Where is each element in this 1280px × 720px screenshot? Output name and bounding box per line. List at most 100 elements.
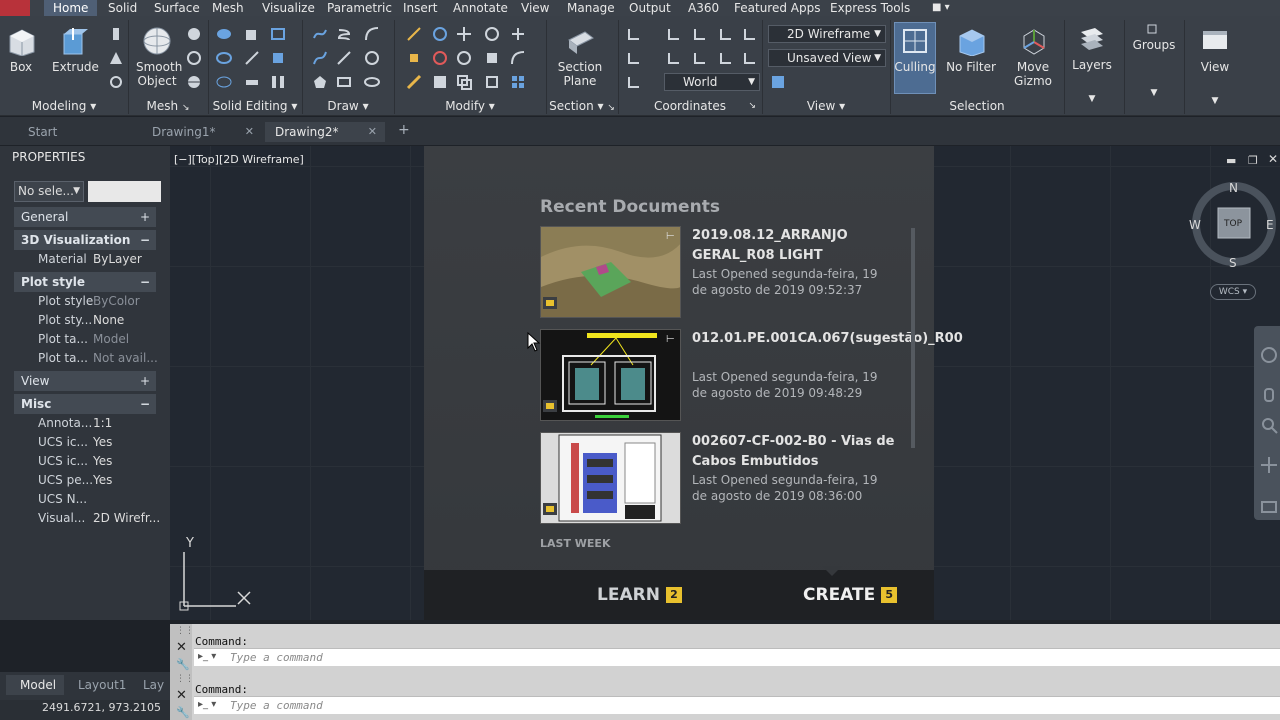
section-plot-style[interactable]: Plot style − <box>14 272 156 292</box>
tab-visualize[interactable]: Visualize <box>262 0 315 16</box>
array-icon[interactable] <box>510 74 526 90</box>
thicken-icon[interactable] <box>244 74 260 90</box>
wcs-menu[interactable]: WCS ▾ <box>1210 284 1256 300</box>
stretch-icon[interactable] <box>484 74 500 90</box>
smooth-object-button[interactable]: Smooth Object <box>136 26 182 88</box>
close-icon[interactable]: ✕ <box>245 122 254 142</box>
wrench-icon[interactable]: 🔧 <box>176 658 190 671</box>
ucs-origin-icon[interactable] <box>626 50 642 66</box>
ucs-z-icon[interactable] <box>718 26 734 42</box>
presspull-icon[interactable] <box>108 50 124 66</box>
visual-style-dropdown[interactable]: 2D Wireframe ▼ <box>768 25 886 43</box>
tab-layout2[interactable]: Lay <box>143 676 164 694</box>
panel-coordinates[interactable]: Coordinates ↘ <box>618 98 762 115</box>
chevron-down-icon[interactable]: ▼ <box>1130 86 1178 100</box>
recent-scrollbar[interactable] <box>911 228 915 448</box>
prop-annotation-scale[interactable]: Annota... 1:1 <box>14 414 156 433</box>
quick-select-field[interactable] <box>88 181 161 202</box>
prop-ucs-per-viewport[interactable]: UCS pe... Yes <box>14 471 156 490</box>
tab-parametric[interactable]: Parametric <box>327 0 392 16</box>
selection-dropdown[interactable]: No sele... ▼ <box>14 181 84 202</box>
tab-model[interactable]: Model <box>20 676 56 694</box>
scale-icon[interactable] <box>484 50 500 66</box>
prop-material[interactable]: Material ByLayer <box>14 250 156 269</box>
culling-button[interactable]: Culling <box>894 26 936 74</box>
restore-icon[interactable]: ❐ <box>1248 154 1258 167</box>
3d-rotate-icon[interactable] <box>484 26 500 42</box>
align-icon[interactable] <box>432 74 448 90</box>
interfere-icon[interactable] <box>216 74 232 90</box>
trim-icon[interactable] <box>406 26 422 42</box>
tab-insert[interactable]: Insert <box>403 0 437 16</box>
ucs-object-icon[interactable] <box>692 50 708 66</box>
tab-view[interactable]: View <box>521 0 549 16</box>
move-gizmo-button[interactable]: Move Gizmo <box>1012 26 1054 88</box>
pan-hand-icon[interactable] <box>1260 386 1278 407</box>
panel-modeling[interactable]: Modeling ▾ <box>0 98 128 115</box>
recent-doc-item[interactable]: ⊢ 2019.08.12_ARRANJO GERAL_R08 LIGHT Las… <box>540 226 912 318</box>
circle-icon[interactable] <box>364 50 380 66</box>
tab-express-tools[interactable]: Express Tools <box>830 0 910 16</box>
viewcube-top-face[interactable]: TOP <box>1224 219 1242 229</box>
showmotion-icon[interactable] <box>1260 498 1278 519</box>
prop-ucs-icon-on[interactable]: UCS ic... Yes <box>14 433 156 452</box>
ucs-icon[interactable] <box>626 26 642 42</box>
erase-icon[interactable] <box>406 74 422 90</box>
helix-icon[interactable] <box>336 26 352 42</box>
prop-plot-table-attached[interactable]: Plot ta... Model <box>14 330 156 349</box>
view-button[interactable]: View ▼ <box>1196 26 1234 108</box>
close-icon[interactable]: ✕ <box>176 640 187 655</box>
ucs-x-icon[interactable] <box>666 26 682 42</box>
command-prompt-icon[interactable]: ▸_ ▾ <box>198 651 216 662</box>
tab-mesh[interactable]: Mesh <box>212 0 244 16</box>
tab-drawing1[interactable]: Drawing1* ✕ <box>142 122 262 142</box>
line-icon[interactable] <box>336 50 352 66</box>
extrude-faces-icon[interactable] <box>270 50 286 66</box>
panel-modify[interactable]: Modify ▾ <box>394 98 546 115</box>
offset-icon[interactable] <box>510 50 526 66</box>
panel-mesh[interactable]: Mesh ↘ <box>128 98 208 115</box>
compass-w[interactable]: W <box>1189 218 1201 232</box>
3d-array-icon[interactable] <box>510 26 526 42</box>
application-menu-button[interactable] <box>0 0 30 16</box>
steering-wheel-icon[interactable] <box>1260 346 1278 367</box>
zoom-icon[interactable] <box>1260 416 1278 437</box>
ucs-y-icon[interactable] <box>692 26 708 42</box>
chevron-down-icon[interactable]: ▼ <box>1070 92 1114 106</box>
copy-icon[interactable] <box>456 74 472 90</box>
separate-icon[interactable] <box>270 74 286 90</box>
tab-a360[interactable]: A360 <box>688 0 719 16</box>
command-input[interactable]: ▸_ ▾ Type a command <box>194 648 1280 666</box>
pin-icon[interactable]: ⊢ <box>666 334 675 345</box>
orbit-icon[interactable] <box>1260 456 1278 477</box>
polysolid-icon[interactable] <box>108 26 124 42</box>
panel-selection[interactable]: Selection <box>890 98 1064 115</box>
rectangle-icon[interactable] <box>336 74 352 90</box>
mesh-refine-icon[interactable] <box>186 74 202 90</box>
spline-icon[interactable] <box>312 50 328 66</box>
3d-mirror-icon[interactable] <box>432 50 448 66</box>
close-icon[interactable]: ✕ <box>1268 152 1278 166</box>
ellipse-icon[interactable] <box>364 74 380 90</box>
wrench-icon[interactable]: 🔧 <box>176 706 190 719</box>
viewport-config-icon[interactable] <box>770 74 786 90</box>
ucs-view-icon[interactable] <box>666 50 682 66</box>
extrude-button[interactable]: Extrude <box>52 26 99 74</box>
panel-section[interactable]: Section ▾ ↘ <box>546 98 618 115</box>
minimize-icon[interactable]: ▬ <box>1226 154 1236 167</box>
ucs-named-icon[interactable] <box>626 74 642 90</box>
mesh-smooth-more-icon[interactable] <box>186 26 202 42</box>
move-icon[interactable] <box>456 26 472 42</box>
mesh-smooth-less-icon[interactable] <box>186 50 202 66</box>
pin-icon[interactable]: ⊢ <box>666 231 675 242</box>
viewport-controls-label[interactable]: [−][Top][2D Wireframe] <box>174 153 304 166</box>
prop-plot-table-type[interactable]: Plot ta... Not avail... <box>14 349 158 368</box>
ucs-face-icon[interactable] <box>718 50 734 66</box>
chevron-down-icon[interactable]: ▼ <box>1196 94 1234 108</box>
tab-surface[interactable]: Surface <box>154 0 200 16</box>
prop-plot-style[interactable]: Plot style ByColor <box>14 292 156 311</box>
ucs-3point-icon[interactable] <box>742 26 758 42</box>
close-icon[interactable]: ✕ <box>176 688 187 703</box>
arc-icon[interactable] <box>364 26 380 42</box>
new-tab-plus-icon[interactable]: + <box>398 122 410 138</box>
